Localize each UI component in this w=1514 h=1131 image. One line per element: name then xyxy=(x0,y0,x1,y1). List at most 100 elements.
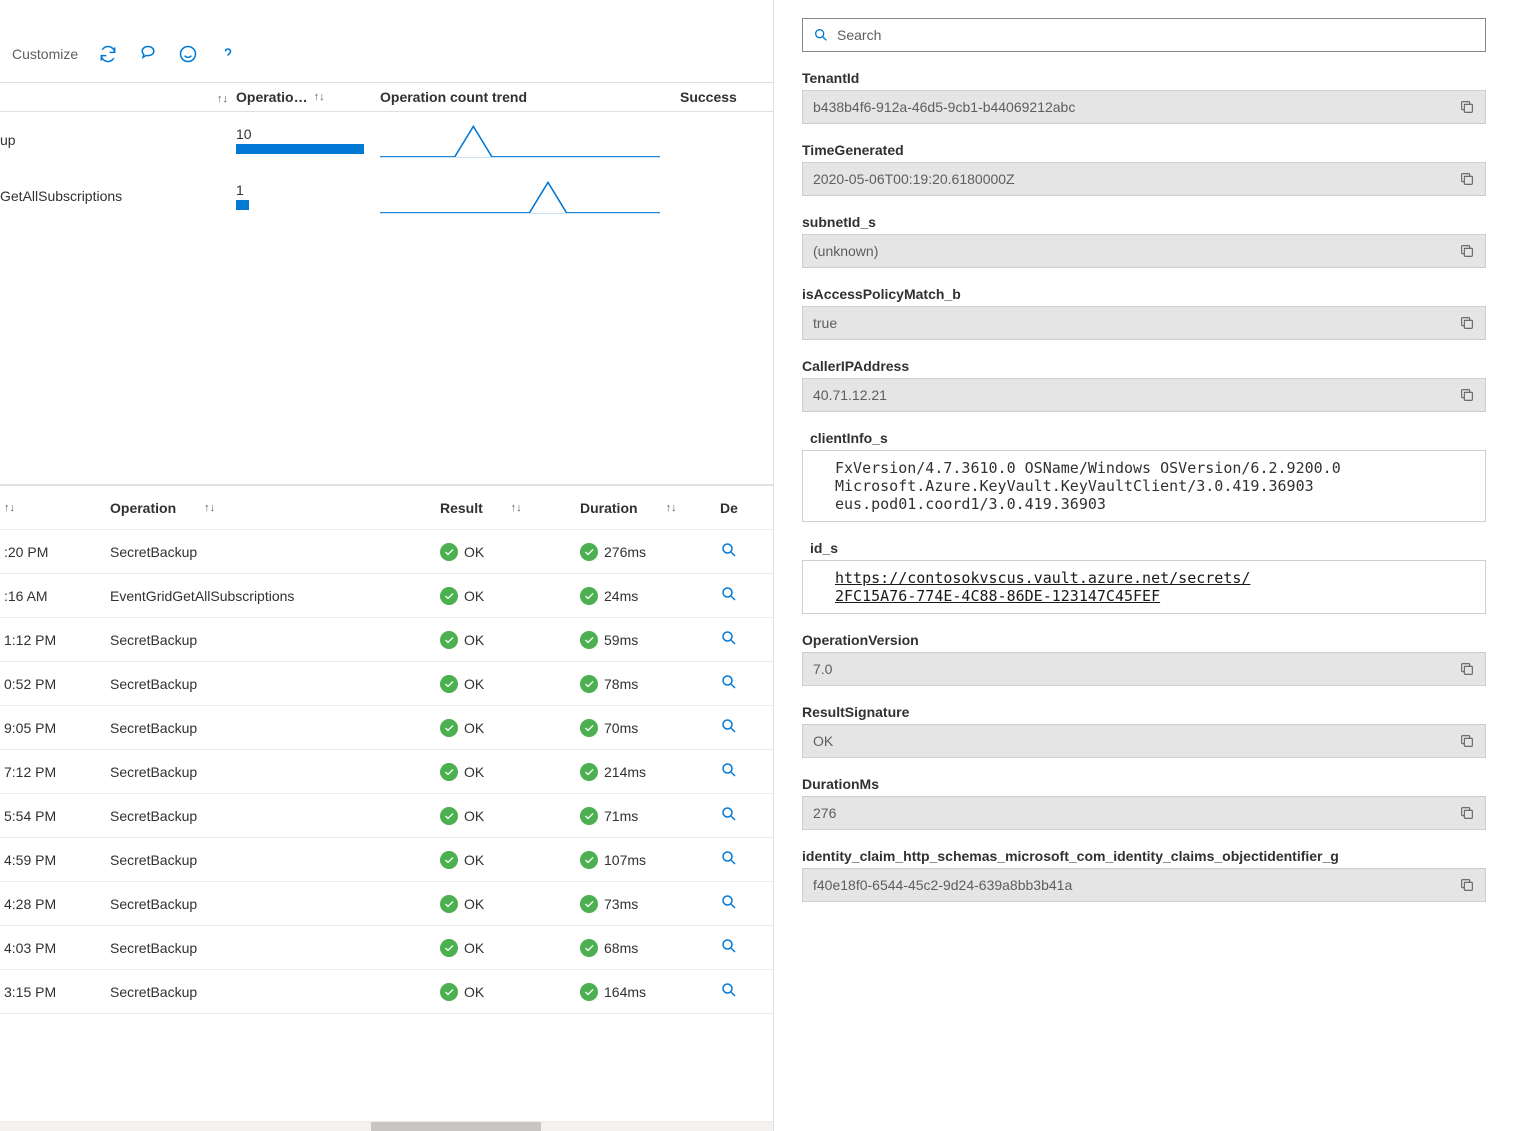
horizontal-scrollbar[interactable] xyxy=(0,1121,773,1131)
summary-section: ↑↓ Operatio… ↑↓ Operation count trend Su… xyxy=(0,82,773,485)
summary-row[interactable]: up 10 xyxy=(0,112,773,168)
ok-badge-icon xyxy=(580,587,598,605)
table-row[interactable]: 0:52 PM SecretBackup OK 78ms xyxy=(0,662,773,706)
cell-operation: SecretBackup xyxy=(110,984,440,1000)
cell-result: OK xyxy=(440,851,580,869)
copy-icon[interactable] xyxy=(1459,171,1475,187)
ok-badge-icon xyxy=(440,983,458,1001)
sort-icon[interactable]: ↑↓ xyxy=(217,93,228,105)
cell-operation: SecretBackup xyxy=(110,764,440,780)
col-success-label: Success xyxy=(680,89,737,105)
copy-icon[interactable] xyxy=(1459,99,1475,115)
field-value-readonly: true xyxy=(802,306,1486,340)
sort-icon[interactable]: ↑↓ xyxy=(314,91,325,103)
copy-icon[interactable] xyxy=(1459,387,1475,403)
summary-label: up xyxy=(0,132,236,148)
detail-field: isAccessPolicyMatch_b true xyxy=(802,286,1486,340)
smile-icon[interactable] xyxy=(178,44,198,64)
details-icon[interactable] xyxy=(720,810,738,826)
cell-operation: SecretBackup xyxy=(110,940,440,956)
cell-time: 9:05 PM xyxy=(0,720,110,736)
details-icon[interactable] xyxy=(720,942,738,958)
col-time[interactable]: ↑↓ xyxy=(0,502,110,514)
details-icon[interactable] xyxy=(720,766,738,782)
details-icon[interactable] xyxy=(720,898,738,914)
cell-duration: 71ms xyxy=(580,807,720,825)
cell-time: 4:03 PM xyxy=(0,940,110,956)
cell-duration: 59ms xyxy=(580,631,720,649)
field-label: TenantId xyxy=(802,70,1486,86)
detail-field: DurationMs 276 xyxy=(802,776,1486,830)
summary-header-row: ↑↓ Operatio… ↑↓ Operation count trend Su… xyxy=(0,83,773,112)
cell-duration: 68ms xyxy=(580,939,720,957)
table-row[interactable]: 7:12 PM SecretBackup OK 214ms xyxy=(0,750,773,794)
ok-badge-icon xyxy=(580,895,598,913)
table-row[interactable]: 1:12 PM SecretBackup OK 59ms xyxy=(0,618,773,662)
cell-result: OK xyxy=(440,763,580,781)
table-row[interactable]: 9:05 PM SecretBackup OK 70ms xyxy=(0,706,773,750)
details-icon[interactable] xyxy=(720,590,738,606)
copy-icon[interactable] xyxy=(1459,243,1475,259)
detail-field: identity_claim_http_schemas_microsoft_co… xyxy=(802,848,1486,902)
toolbar: Customize xyxy=(0,26,773,82)
cell-time: :16 AM xyxy=(0,588,110,604)
cell-operation: SecretBackup xyxy=(110,808,440,824)
ok-badge-icon xyxy=(440,807,458,825)
cell-duration: 70ms xyxy=(580,719,720,737)
customize-button[interactable]: Customize xyxy=(12,46,78,62)
cell-result: OK xyxy=(440,983,580,1001)
details-icon[interactable] xyxy=(720,722,738,738)
cell-operation: SecretBackup xyxy=(110,632,440,648)
table-row[interactable]: 5:54 PM SecretBackup OK 71ms xyxy=(0,794,773,838)
cell-time: 4:28 PM xyxy=(0,896,110,912)
table-header-row: ↑↓ Operation↑↓ Result↑↓ Duration↑↓ De xyxy=(0,486,773,530)
table-row[interactable]: 4:28 PM SecretBackup OK 73ms xyxy=(0,882,773,926)
ok-badge-icon xyxy=(580,939,598,957)
detail-field: CallerIPAddress 40.71.12.21 xyxy=(802,358,1486,412)
table-row[interactable]: 4:59 PM SecretBackup OK 107ms xyxy=(0,838,773,882)
search-input[interactable]: Search xyxy=(802,18,1486,52)
copy-icon[interactable] xyxy=(1459,315,1475,331)
table-row[interactable]: :16 AM EventGridGetAllSubscriptions OK 2… xyxy=(0,574,773,618)
table-row[interactable]: :20 PM SecretBackup OK 276ms xyxy=(0,530,773,574)
ok-badge-icon xyxy=(580,851,598,869)
col-details[interactable]: De xyxy=(720,500,760,516)
field-value-readonly: 276 xyxy=(802,796,1486,830)
details-icon[interactable] xyxy=(720,854,738,870)
cell-result: OK xyxy=(440,895,580,913)
ok-badge-icon xyxy=(580,543,598,561)
copy-icon[interactable] xyxy=(1459,877,1475,893)
col-result[interactable]: Result↑↓ xyxy=(440,500,580,516)
col-operation[interactable]: Operation↑↓ xyxy=(110,500,440,516)
col-duration[interactable]: Duration↑↓ xyxy=(580,500,720,516)
cell-result: OK xyxy=(440,587,580,605)
field-value-readonly: (unknown) xyxy=(802,234,1486,268)
cell-time: 3:15 PM xyxy=(0,984,110,1000)
feedback-icon[interactable] xyxy=(138,44,158,64)
cell-time: 4:59 PM xyxy=(0,852,110,868)
details-icon[interactable] xyxy=(720,986,738,1002)
field-value-readonly: b438b4f6-912a-46d5-9cb1-b44069212abc xyxy=(802,90,1486,124)
help-icon[interactable] xyxy=(218,44,238,64)
field-label: identity_claim_http_schemas_microsoft_co… xyxy=(802,848,1486,864)
cell-duration: 73ms xyxy=(580,895,720,913)
table-row[interactable]: 4:03 PM SecretBackup OK 68ms xyxy=(0,926,773,970)
cell-operation: SecretBackup xyxy=(110,676,440,692)
details-icon[interactable] xyxy=(720,634,738,650)
table-row[interactable]: 3:15 PM SecretBackup OK 164ms xyxy=(0,970,773,1014)
sparkline xyxy=(380,122,660,158)
ok-badge-icon xyxy=(580,631,598,649)
cell-duration: 107ms xyxy=(580,851,720,869)
details-icon[interactable] xyxy=(720,678,738,694)
field-value-link[interactable]: https://contosokvscus.vault.azure.net/se… xyxy=(802,560,1486,614)
copy-icon[interactable] xyxy=(1459,661,1475,677)
copy-icon[interactable] xyxy=(1459,805,1475,821)
details-icon[interactable] xyxy=(720,546,738,562)
field-label: TimeGenerated xyxy=(802,142,1486,158)
cell-operation: SecretBackup xyxy=(110,896,440,912)
cell-duration: 276ms xyxy=(580,543,720,561)
refresh-icon[interactable] xyxy=(98,44,118,64)
col-operation-label[interactable]: Operatio… xyxy=(236,89,308,105)
summary-row[interactable]: GetAllSubscriptions 1 xyxy=(0,168,773,224)
copy-icon[interactable] xyxy=(1459,733,1475,749)
